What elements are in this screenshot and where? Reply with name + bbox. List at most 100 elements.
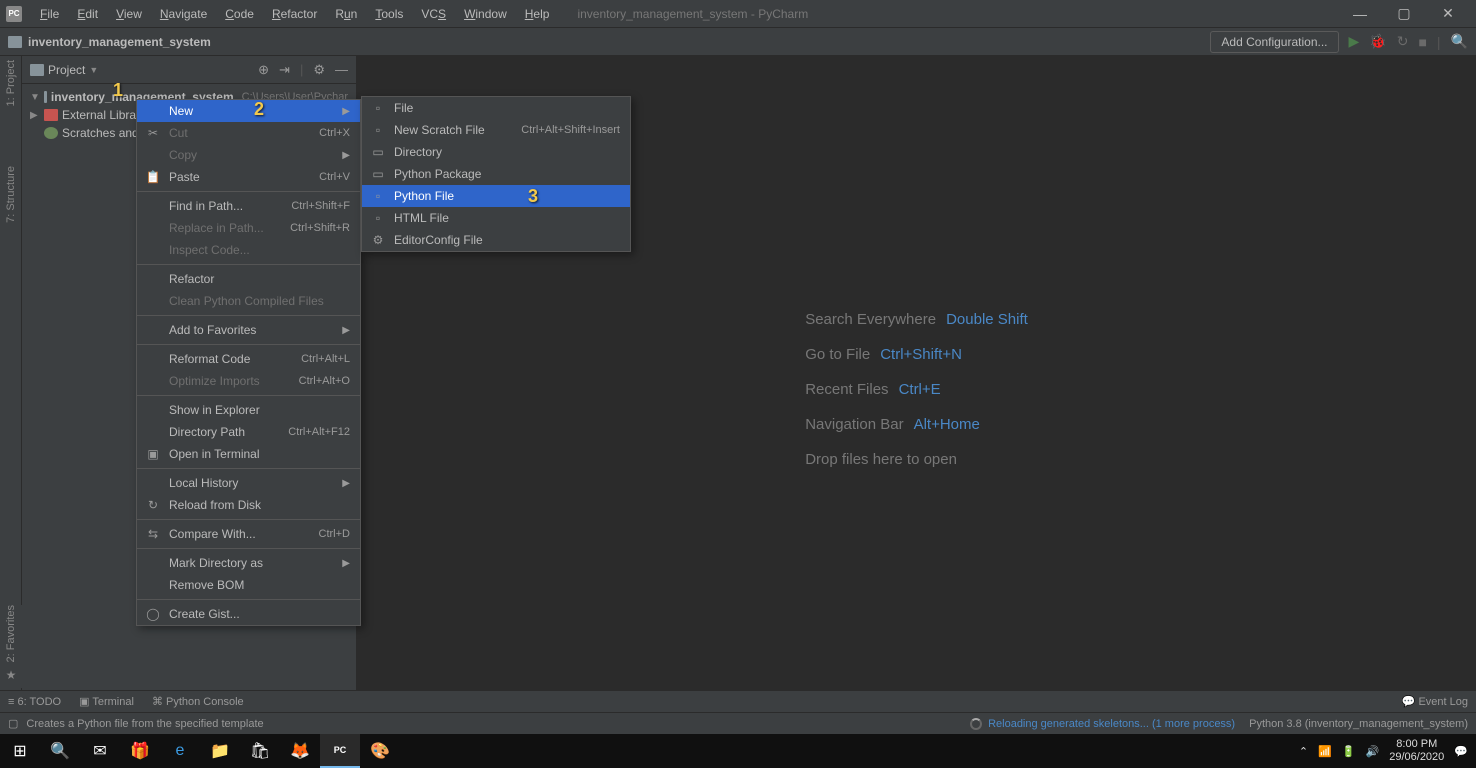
search-icon[interactable]: 🔍 (40, 734, 80, 768)
menu-item-add-to-favorites[interactable]: Add to Favorites▶ (137, 319, 360, 341)
edge-icon[interactable]: e (160, 734, 200, 768)
menu-item-new[interactable]: New ▶ (137, 100, 360, 122)
menu-refactor[interactable]: Refactor (264, 4, 325, 24)
taskbar-clock[interactable]: 8:00 PM 29/06/2020 (1389, 738, 1444, 764)
hint-key: Alt+Home (914, 416, 980, 433)
menu-item-reformat-code[interactable]: Reformat CodeCtrl+Alt+L (137, 348, 360, 370)
project-panel-title[interactable]: Project (48, 63, 85, 77)
star-icon[interactable]: ★ (6, 668, 17, 682)
wifi-icon[interactable]: 📶 (1318, 745, 1332, 758)
shortcut-label: Ctrl+Alt+Shift+Insert (521, 124, 620, 136)
menu-item-refactor[interactable]: Refactor (137, 268, 360, 290)
stop-icon[interactable]: ■ (1418, 34, 1426, 50)
search-icon[interactable]: 🔍 (1451, 33, 1468, 50)
terminal-tab[interactable]: ▣ Terminal (79, 695, 134, 708)
menu-item-label: New (169, 104, 334, 118)
target-icon[interactable]: ⊕ (258, 62, 269, 78)
hint-label: Recent Files (805, 381, 888, 398)
menu-tools[interactable]: Tools (367, 4, 411, 24)
firefox-icon[interactable]: 🦊 (280, 734, 320, 768)
notifications-icon[interactable]: 💬 (1454, 745, 1468, 758)
menu-item-file[interactable]: ▫File (362, 97, 630, 119)
menu-item-label: Python File (394, 189, 620, 203)
menu-item-python-file[interactable]: ▫Python File (362, 185, 630, 207)
menu-item-open-in-terminal[interactable]: ▣Open in Terminal (137, 443, 360, 465)
chevron-down-icon[interactable]: ▼ (89, 65, 98, 75)
menu-item-show-in-explorer[interactable]: Show in Explorer (137, 399, 360, 421)
menu-window[interactable]: Window (456, 4, 515, 24)
menu-item-python-package[interactable]: ▭Python Package (362, 163, 630, 185)
menu-item-html-file[interactable]: ▫HTML File (362, 207, 630, 229)
rerun-icon[interactable]: ↻ (1397, 33, 1409, 50)
store-icon[interactable]: 🎁 (120, 734, 160, 768)
run-icon[interactable]: ▶ (1349, 33, 1360, 50)
pycharm-taskbar-icon[interactable]: PC (320, 734, 360, 768)
add-configuration-button[interactable]: Add Configuration... (1210, 31, 1338, 53)
menu-item-create-gist-[interactable]: ◯Create Gist... (137, 603, 360, 625)
close-button[interactable]: ✕ (1426, 0, 1470, 28)
menu-edit[interactable]: Edit (69, 4, 106, 24)
menu-code[interactable]: Code (217, 4, 262, 24)
debug-icon[interactable]: 🐞 (1369, 33, 1386, 50)
menu-item-directory-path[interactable]: Directory PathCtrl+Alt+F12 (137, 421, 360, 443)
menu-file[interactable]: File (32, 4, 67, 24)
breadcrumb-root[interactable]: inventory_management_system (28, 35, 211, 49)
tray-chevron-icon[interactable]: ⌃ (1299, 745, 1308, 758)
volume-icon[interactable]: 🔊 (1366, 745, 1380, 758)
directory-icon: ▭ (370, 145, 386, 159)
python-console-tab[interactable]: ⌘ Python Console (152, 695, 244, 708)
minimize-button[interactable]: — (1338, 0, 1382, 28)
chevron-right-icon[interactable]: ▶ (30, 110, 40, 121)
menu-item-editorconfig-file[interactable]: ⚙EditorConfig File (362, 229, 630, 251)
favorites-tool-tab[interactable]: 2: Favorites (5, 605, 17, 662)
menu-item-optimize-imports: Optimize ImportsCtrl+Alt+O (137, 370, 360, 392)
event-log-tab[interactable]: 💬 Event Log (1402, 695, 1468, 708)
chevron-down-icon[interactable]: ▼ (30, 92, 40, 103)
chevron-right-icon: ▶ (342, 106, 350, 117)
menu-item-label: EditorConfig File (394, 233, 620, 247)
tree-node-label: External Librari (62, 108, 143, 122)
menu-run[interactable]: Run (327, 4, 365, 24)
maximize-button[interactable]: ▢ (1382, 0, 1426, 28)
project-tool-tab[interactable]: 1: Project (5, 60, 17, 106)
menu-item-clean-python-compiled-files: Clean Python Compiled Files (137, 290, 360, 312)
menu-item-paste[interactable]: 📋PasteCtrl+V (137, 166, 360, 188)
mail-icon[interactable]: ✉ (80, 734, 120, 768)
collapse-icon[interactable]: — (335, 62, 348, 78)
menu-item-reload-from-disk[interactable]: ↻Reload from Disk (137, 494, 360, 516)
menu-item-inspect-code-: Inspect Code... (137, 239, 360, 261)
menu-help[interactable]: Help (517, 4, 558, 24)
structure-tool-tab[interactable]: 7: Structure (5, 166, 17, 223)
bg-task-link[interactable]: Reloading generated skeletons... (1 more… (988, 718, 1235, 730)
menu-navigate[interactable]: Navigate (152, 4, 215, 24)
menu-item-new-scratch-file[interactable]: ▫New Scratch FileCtrl+Alt+Shift+Insert (362, 119, 630, 141)
menu-item-label: Paste (169, 170, 311, 184)
menu-item-remove-bom[interactable]: Remove BOM (137, 574, 360, 596)
menu-item-directory[interactable]: ▭Directory (362, 141, 630, 163)
menu-item-label: Mark Directory as (169, 556, 334, 570)
reload-from-disk-icon: ↻ (145, 498, 161, 512)
menu-item-local-history[interactable]: Local History▶ (137, 472, 360, 494)
menu-item-copy: Copy▶ (137, 144, 360, 166)
paste-icon: 📋 (145, 170, 161, 184)
start-button[interactable]: ⊞ (0, 734, 40, 768)
menu-item-find-in-path-[interactable]: Find in Path...Ctrl+Shift+F (137, 195, 360, 217)
menu-item-compare-with-[interactable]: ⇆Compare With...Ctrl+D (137, 523, 360, 545)
menu-item-label: Local History (169, 476, 334, 490)
shortcut-label: Ctrl+Shift+R (290, 222, 350, 234)
status-hint: Creates a Python file from the specified… (26, 718, 263, 730)
paint-icon[interactable]: 🎨 (360, 734, 400, 768)
menu-view[interactable]: View (108, 4, 150, 24)
todo-tab[interactable]: ≡ 6: TODO (8, 696, 61, 708)
panel-toggle-icon[interactable]: ▢ (8, 717, 18, 730)
interpreter-label[interactable]: Python 3.8 (inventory_management_system) (1249, 718, 1468, 730)
expand-icon[interactable]: ⇥ (279, 62, 290, 78)
ms-store-icon[interactable]: 🛍 (240, 734, 280, 768)
gear-icon[interactable]: ⚙ (313, 62, 325, 78)
new-scratch-file-icon: ▫ (370, 123, 386, 137)
file-explorer-icon[interactable]: 📁 (200, 734, 240, 768)
html-file-icon: ▫ (370, 211, 386, 225)
menu-vcs[interactable]: VCS (413, 4, 454, 24)
battery-icon[interactable]: 🔋 (1342, 745, 1356, 758)
menu-item-mark-directory-as[interactable]: Mark Directory as▶ (137, 552, 360, 574)
